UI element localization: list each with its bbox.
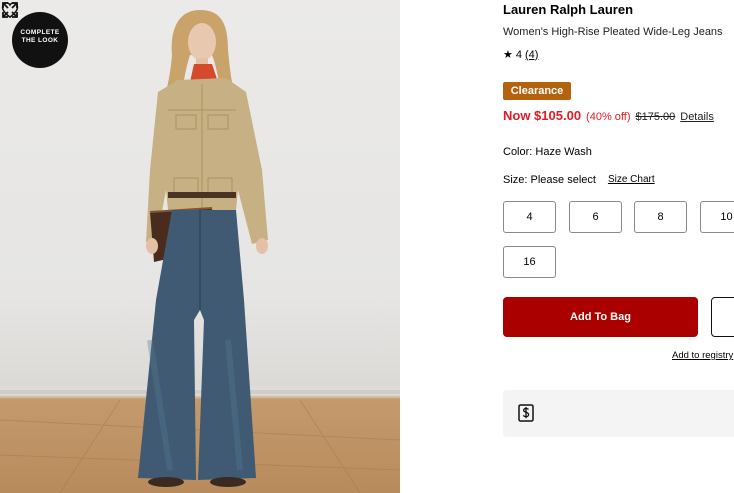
star-icon: ★ [503, 49, 513, 61]
clearance-badge: Clearance [503, 82, 571, 100]
size-option-6[interactable]: 6 [569, 201, 622, 233]
product-rating[interactable]: ★ 4 (4) [503, 48, 538, 62]
size-header: Size: Please select Size Chart [503, 174, 655, 186]
color-label: Color: Haze Wash [503, 146, 592, 158]
payment-info-panel[interactable] [503, 390, 734, 437]
dollar-bill-icon [518, 404, 534, 422]
product-name: Women's High-Rise Pleated Wide-Leg Jeans [503, 26, 723, 38]
size-option-10[interactable]: 10 [700, 201, 734, 233]
price-details-link[interactable]: Details [680, 111, 714, 123]
sale-price: Now $105.00 [503, 108, 582, 123]
original-price: $175.00 [635, 111, 676, 123]
size-label: Size: Please select [503, 174, 596, 186]
size-option-16[interactable]: 16 [503, 246, 556, 278]
add-to-bag-button[interactable]: Add To Bag [503, 297, 698, 337]
model-photo [0, 10, 400, 493]
brand-name[interactable]: Lauren Ralph Lauren [503, 2, 633, 17]
add-to-list-button[interactable] [711, 297, 734, 337]
complete-the-look-line1: COMPLETE [20, 29, 60, 36]
product-image: COMPLETE THE LOOK [0, 0, 400, 493]
add-to-registry-link[interactable]: Add to registry [672, 350, 733, 361]
complete-the-look-line2: THE LOOK [21, 37, 59, 44]
rating-value: 4 [515, 48, 522, 61]
size-option-8[interactable]: 8 [634, 201, 687, 233]
discount-percent: (40% off) [586, 111, 631, 123]
price-row: Now $105.00 (40% off) $175.00 Details [503, 108, 714, 123]
complete-the-look-button[interactable]: COMPLETE THE LOOK [12, 12, 68, 68]
expand-icon[interactable] [0, 0, 20, 20]
size-chart-link[interactable]: Size Chart [608, 174, 655, 186]
review-count-link[interactable]: (4) [525, 49, 538, 61]
size-option-4[interactable]: 4 [503, 201, 556, 233]
